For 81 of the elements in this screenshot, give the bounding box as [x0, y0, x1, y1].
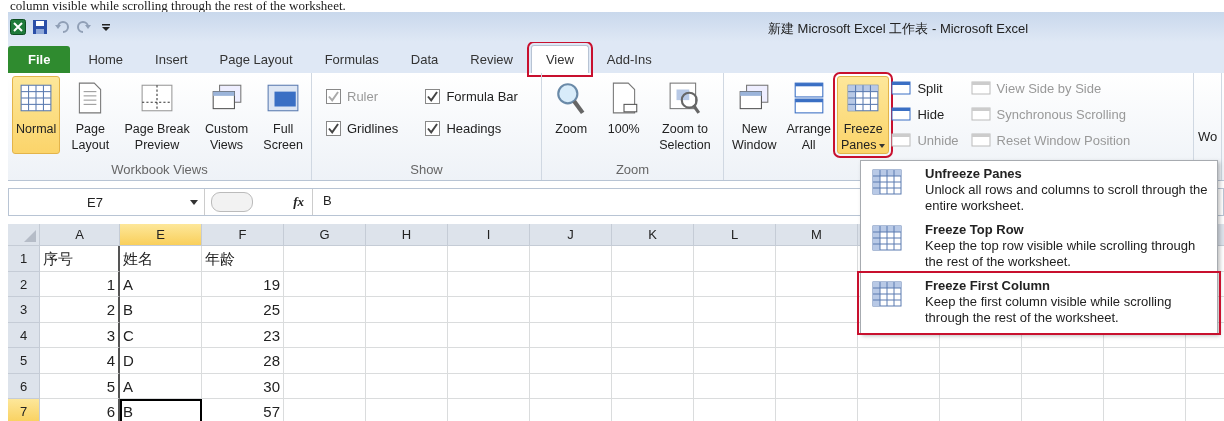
ribbon-button[interactable]: Wo	[1198, 76, 1218, 144]
table-cell: B	[120, 399, 202, 421]
ribbon-button[interactable]: Arrange All	[782, 76, 835, 154]
checkmark-icon	[426, 121, 440, 135]
table-cell: A	[120, 271, 202, 297]
excel-logo-icon	[10, 19, 26, 35]
table-cell: 28	[202, 348, 284, 374]
ribbon-button[interactable]: Normal	[12, 76, 61, 154]
table-cell: 1	[40, 271, 120, 297]
row-header[interactable]: 7	[8, 399, 40, 421]
split-icon	[891, 81, 912, 95]
table-cell: 5	[40, 373, 120, 399]
ribbon-button[interactable]: Page Layout	[67, 76, 114, 154]
column-header[interactable]: L	[694, 224, 776, 246]
ribbon-button[interactable]: Full Screen	[259, 76, 307, 154]
column-header[interactable]: E	[120, 224, 202, 246]
ribbon-tab[interactable]: Review	[456, 46, 527, 73]
ribbon-button[interactable]: New Window	[728, 76, 781, 154]
ribbon-button[interactable]: 100%	[602, 76, 645, 154]
table-cell: D	[120, 348, 202, 374]
column-header[interactable]: H	[366, 224, 448, 246]
checkbox[interactable]: Headings	[425, 118, 527, 138]
table-cell: 4	[40, 348, 120, 374]
checkmark-icon	[426, 89, 440, 103]
ribbon-tab[interactable]: Home	[74, 46, 138, 73]
ribbon-button[interactable]: Custom Views	[201, 76, 253, 154]
table-cell: A	[120, 373, 202, 399]
table-cell: 23	[202, 322, 284, 348]
ribbon-button[interactable]: Split	[891, 76, 969, 100]
table-cell: 年龄	[202, 246, 284, 272]
ribbon-button[interactable]: Zoom	[550, 76, 593, 154]
table-cell: 57	[202, 399, 284, 421]
row-header[interactable]: 3	[8, 297, 40, 323]
row-header[interactable]: 6	[8, 373, 40, 399]
row-header[interactable]: 4	[8, 322, 40, 348]
ribbon-tab[interactable]: Insert	[141, 46, 202, 73]
row-header[interactable]: 5	[8, 348, 40, 374]
checkmark-icon	[327, 89, 340, 103]
table-cell: 19	[202, 271, 284, 297]
ribbon-button[interactable]: Zoom to Selection	[655, 76, 715, 154]
save-icon[interactable]	[32, 19, 48, 35]
ribbon-tab[interactable]: Formulas	[310, 46, 393, 73]
column-header[interactable]: I	[448, 224, 530, 246]
menu-item[interactable]: Freeze Top Row Keep the top row visible while scrolling through the rest of the worksheet.	[861, 219, 1217, 275]
column-header[interactable]: K	[612, 224, 694, 246]
ribbon-tab[interactable]: Data	[396, 46, 453, 73]
ribbon-button[interactable]: Hide	[891, 102, 969, 126]
table-cell: 3	[40, 322, 120, 348]
table-cell: 30	[202, 373, 284, 399]
table-cell: 6	[40, 399, 120, 421]
ribbon-button[interactable]: Page Break Preview	[120, 76, 194, 154]
column-header[interactable]: J	[530, 224, 612, 246]
ribbon-tab[interactable]: Page Layout	[205, 46, 307, 73]
row-header[interactable]: 2	[8, 271, 40, 297]
group-label: Workbook Views	[110, 162, 209, 179]
group-label: Zoom	[614, 162, 651, 179]
table-cell: C	[120, 322, 202, 348]
table-cell: 姓名	[120, 246, 202, 272]
undo-icon[interactable]	[54, 19, 70, 35]
checkbox[interactable]: Formula Bar	[425, 86, 527, 106]
table-cell: B	[120, 297, 202, 323]
column-header[interactable]: G	[284, 224, 366, 246]
document-text: column visible while scrolling through the rest of the worksheet.	[9, 0, 347, 12]
table-cell: 25	[202, 297, 284, 323]
hide-icon	[891, 107, 912, 121]
checkmark-icon	[327, 121, 340, 135]
table-cell: 2	[40, 297, 120, 323]
column-header[interactable]: M	[776, 224, 858, 246]
file-tab[interactable]: File	[8, 46, 71, 73]
select-all-icon[interactable]	[24, 230, 36, 242]
menu-item[interactable]: Freeze First Column Keep the first column visible while scrolling through the rest of the worksheet.	[861, 275, 1217, 331]
checkbox[interactable]: Gridlines	[326, 118, 408, 138]
column-header[interactable]: F	[202, 224, 284, 246]
zoom-selection-icon	[668, 81, 702, 115]
table-cell: 序号	[40, 246, 120, 272]
row-header[interactable]: 1	[8, 246, 40, 272]
column-header[interactable]: A	[40, 224, 120, 246]
window-title: 新建 Microsoft Excel 工作表 - Microsoft Excel	[768, 20, 1029, 38]
ribbon-tab[interactable]: Add-Ins	[592, 46, 666, 73]
group-label: Show	[409, 162, 444, 179]
redo-icon[interactable]	[76, 19, 92, 35]
